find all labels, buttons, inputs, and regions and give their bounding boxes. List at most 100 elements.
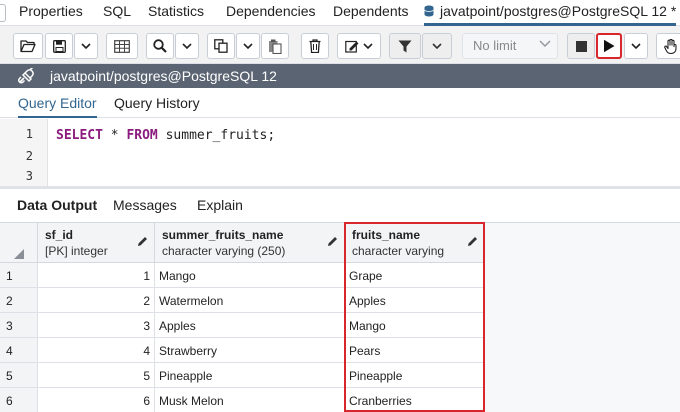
row-number-cell[interactable]: 5 (0, 363, 38, 388)
row-limit-value: No limit (473, 38, 517, 53)
line-number: 2 (25, 149, 33, 163)
stop-button[interactable] (567, 33, 595, 59)
connection-label: javatpoint/postgres@PostgreSQL 12 (50, 68, 277, 84)
summer-fruits-name-cell[interactable]: Apples (155, 313, 345, 338)
copy-icon (214, 39, 228, 53)
connection-bar[interactable]: javatpoint/postgres@PostgreSQL 12 (0, 64, 680, 88)
query-toolbar: No limit (0, 26, 680, 64)
row-limit-select[interactable]: No limit (462, 33, 558, 59)
database-icon (424, 5, 434, 17)
table-row[interactable]: 3 3 Apples Mango (0, 313, 680, 338)
summer-fruits-name-cell[interactable]: Mango (155, 263, 345, 288)
open-file-button[interactable] (13, 33, 43, 59)
hand-tool-button[interactable] (656, 33, 680, 59)
folder-open-icon (20, 40, 36, 53)
tab-sql[interactable]: SQL (103, 3, 131, 19)
sql-token: * (102, 128, 127, 143)
row-number-cell[interactable]: 2 (0, 288, 38, 313)
sql-editor[interactable]: 1 2 3 SELECT * FROM summer_fruits; (0, 119, 680, 186)
find-options-dropdown[interactable] (175, 33, 199, 59)
filter-button[interactable] (389, 33, 421, 59)
sql-keyword: SELECT (56, 128, 103, 143)
top-tab-bar: Properties SQL Statistics Dependencies D… (0, 0, 680, 26)
column-header-summer-fruits-name[interactable]: summer_fruits_name character varying (25… (155, 223, 345, 263)
save-options-dropdown[interactable] (74, 33, 98, 59)
delete-button[interactable] (301, 33, 329, 59)
sql-token: summer_fruits; (157, 128, 276, 143)
tab-messages[interactable]: Messages (113, 197, 177, 213)
tab-query-tool[interactable]: javatpoint/postgres@PostgreSQL 12 * (424, 0, 677, 26)
summer-fruits-name-cell[interactable]: Pineapple (155, 363, 345, 388)
save-icon (52, 39, 66, 53)
table-row[interactable]: 1 1 Mango Grape (0, 263, 680, 288)
summer-fruits-name-cell[interactable]: Strawberry (155, 338, 345, 363)
view-data-button[interactable] (106, 33, 138, 59)
tab-explain[interactable]: Explain (197, 197, 243, 213)
execute-options-dropdown[interactable] (624, 33, 648, 59)
execute-button[interactable] (596, 33, 622, 59)
sf-id-cell[interactable]: 5 (38, 363, 155, 388)
tab-scroll-edge[interactable] (0, 4, 6, 22)
line-number-gutter: 1 2 3 (0, 119, 48, 186)
pencil-icon[interactable] (137, 236, 148, 247)
search-icon (153, 39, 167, 53)
row-number-cell[interactable]: 3 (0, 313, 38, 338)
execute-icon (604, 39, 615, 53)
column-type: [PK] integer (45, 244, 108, 258)
line-number: 1 (25, 127, 33, 141)
sql-keyword: FROM (126, 128, 158, 143)
sf-id-cell[interactable]: 3 (38, 313, 155, 338)
save-button[interactable] (45, 33, 73, 59)
summer-fruits-name-cell[interactable]: Watermelon (155, 288, 345, 313)
chevron-down-icon (539, 40, 551, 47)
data-output-grid: sf_id [PK] integer summer_fruits_name ch… (0, 222, 680, 412)
find-button[interactable] (146, 33, 174, 59)
row-number-cell[interactable]: 6 (0, 388, 38, 412)
sf-id-cell[interactable]: 2 (38, 288, 155, 313)
tab-query-editor[interactable]: Query Editor (18, 88, 97, 118)
select-all-triangle-icon (14, 249, 24, 259)
fruits-name-column-highlight (344, 222, 485, 412)
tab-dependents[interactable]: Dependents (333, 3, 409, 19)
chevron-down-icon (631, 42, 641, 49)
filter-icon (398, 40, 412, 52)
hand-icon (664, 38, 677, 54)
select-all-corner[interactable] (0, 223, 38, 263)
tab-data-output[interactable]: Data Output (17, 197, 97, 213)
chevron-down-icon (182, 42, 192, 49)
chevron-down-icon (81, 42, 91, 49)
tab-query-tool-label: javatpoint/postgres@PostgreSQL 12 * (440, 3, 677, 19)
paste-button[interactable] (261, 33, 289, 59)
table-row[interactable]: 4 4 Strawberry Pears (0, 338, 680, 363)
tab-query-history[interactable]: Query History (114, 95, 200, 111)
pencil-icon[interactable] (327, 236, 338, 247)
copy-options-dropdown[interactable] (236, 33, 260, 59)
sf-id-cell[interactable]: 1 (38, 263, 155, 288)
tab-statistics[interactable]: Statistics (148, 3, 204, 19)
copy-button[interactable] (207, 33, 235, 59)
editor-tab-bar: Query Editor Query History (0, 88, 680, 118)
line-number: 3 (25, 169, 33, 183)
connection-plug-icon (18, 68, 34, 84)
chevron-down-icon (243, 42, 253, 49)
column-header-sf-id[interactable]: sf_id [PK] integer (38, 223, 155, 263)
filter-options-dropdown[interactable] (422, 33, 452, 59)
summer-fruits-name-cell[interactable]: Musk Melon (155, 388, 345, 412)
edit-button[interactable] (337, 33, 381, 59)
tab-dependencies[interactable]: Dependencies (226, 3, 316, 19)
table-row[interactable]: 2 2 Watermelon Apples (0, 288, 680, 313)
sf-id-cell[interactable]: 4 (38, 338, 155, 363)
table-row[interactable]: 6 6 Musk Melon Cranberries (0, 388, 680, 412)
column-name: sf_id (45, 228, 74, 242)
table-row[interactable]: 5 5 Pineapple Pineapple (0, 363, 680, 388)
table-grid-icon (114, 39, 130, 53)
sf-id-cell[interactable]: 6 (38, 388, 155, 412)
row-number-cell[interactable]: 1 (0, 263, 38, 288)
row-number-cell[interactable]: 4 (0, 338, 38, 363)
tab-properties[interactable]: Properties (19, 3, 83, 19)
column-type: character varying (250) (162, 244, 286, 258)
column-name: summer_fruits_name (162, 228, 284, 242)
sql-query-line[interactable]: SELECT * FROM summer_fruits; (56, 128, 275, 143)
output-tab-bar: Data Output Messages Explain (0, 189, 680, 222)
stop-icon (575, 40, 587, 52)
